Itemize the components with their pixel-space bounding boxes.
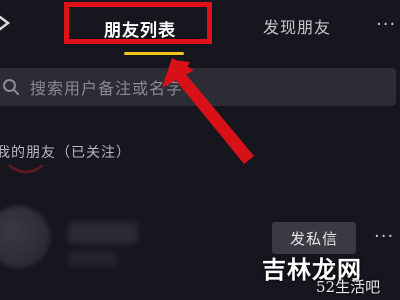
- tab-discover-friends-label: 发现朋友: [262, 18, 331, 37]
- send-message-label: 发私信: [289, 229, 338, 248]
- friends-list-screen: 朋友列表 发现朋友 ··· 搜索用户备注或名字 我的朋友（已关注） 发私信 ··…: [0, 0, 400, 300]
- back-arrow-icon[interactable]: [0, 10, 16, 36]
- more-options-icon[interactable]: ···: [376, 16, 396, 34]
- decorative-arc: [8, 164, 44, 174]
- watermark-sub-text: 52生活吧: [316, 278, 381, 296]
- avatar[interactable]: [0, 206, 50, 268]
- annotation-highlight-box: [64, 2, 212, 44]
- annotation-arrow-icon: [162, 58, 254, 164]
- friend-name-blurred: [68, 222, 138, 244]
- tab-discover-friends[interactable]: 发现朋友: [252, 8, 342, 44]
- friend-more-icon[interactable]: ···: [374, 228, 394, 246]
- search-icon: [3, 79, 19, 95]
- active-tab-indicator: [124, 52, 184, 55]
- section-title: 我的朋友（已关注）: [0, 145, 131, 161]
- friend-subtitle-blurred: [68, 252, 118, 266]
